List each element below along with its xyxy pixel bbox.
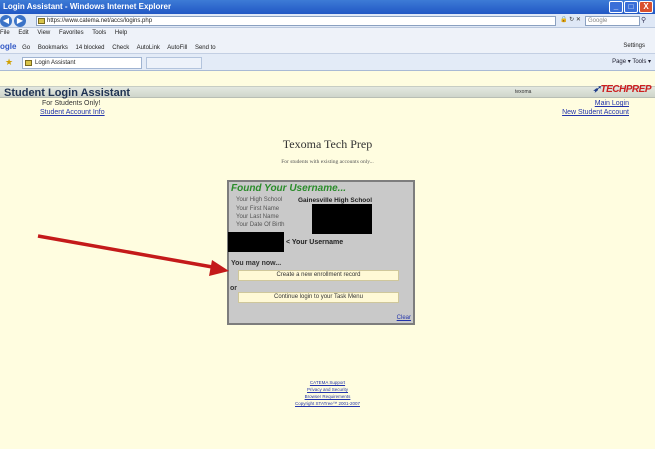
username-found-panel: Found Your Username... Your High School … (227, 180, 415, 325)
found-heading: Found Your Username... (231, 183, 347, 194)
menu-bar: File Edit View Favorites Tools Help (0, 28, 655, 39)
tab-login-assistant[interactable]: Login Assistant (22, 57, 142, 69)
menu-favorites[interactable]: Favorites (59, 30, 84, 36)
last-name-label: Your Last Name (236, 214, 279, 220)
favorites-star-icon[interactable]: ★ (5, 57, 13, 68)
logo-text-tech: TECH (600, 84, 627, 95)
title-bar: Login Assistant - Windows Internet Explo… (0, 0, 655, 14)
toolbar-send-to[interactable]: Send to (195, 45, 216, 51)
create-enrollment-button[interactable]: Create a new enrollment record (238, 270, 399, 281)
main-login-link[interactable]: Main Login (595, 100, 629, 107)
dob-label: Your Date Of Birth (236, 222, 285, 228)
redacted-username-block (228, 232, 284, 252)
logo-text-prep: PREP (625, 84, 652, 95)
toolbar-autofill[interactable]: AutoFill (167, 45, 187, 51)
browser-window: Login Assistant - Windows Internet Explo… (0, 0, 655, 449)
footer-copyright: Copyright STATree™ 2001-2007 (295, 401, 360, 406)
close-button[interactable]: X (639, 1, 653, 13)
high-school-value: Gainesville High School (298, 197, 373, 204)
page-title: Student Login Assistant (4, 87, 131, 99)
toolbar-bookmarks[interactable]: Bookmarks (38, 45, 68, 51)
first-name-label: Your First Name (236, 206, 280, 212)
url-text: https://www.catema.net/accs/logins.php (47, 18, 153, 24)
tab-label: Login Assistant (35, 60, 76, 66)
new-student-account-link[interactable]: New Student Account (562, 109, 629, 116)
your-username-note: < Your Username (286, 239, 344, 246)
window-controls: _ □ X (609, 1, 653, 13)
lock-refresh-stop-icons[interactable]: 🔒 ↻ ✕ (560, 16, 581, 23)
maximize-button[interactable]: □ (624, 1, 638, 13)
page-icon (38, 18, 45, 24)
toolbar-go[interactable]: Go (22, 45, 30, 51)
tab-page-icon (25, 60, 32, 66)
address-field[interactable]: https://www.catema.net/accs/logins.php (36, 16, 556, 26)
menu-view[interactable]: View (37, 30, 50, 36)
continue-login-button[interactable]: Continue login to your Task Menu (238, 292, 399, 303)
forward-button[interactable]: ▶ (14, 15, 26, 27)
menu-file[interactable]: File (0, 30, 10, 36)
page-header-bar: Student Login Assistant texoma ➶TECHPREP (0, 84, 655, 99)
techprep-logo: ➶TECHPREP (592, 84, 652, 95)
search-input[interactable]: Google (585, 16, 640, 26)
menu-help[interactable]: Help (115, 30, 127, 36)
tab-row: ★ Login Assistant Page ▾ Tools ▾ (0, 54, 655, 71)
you-may-now-label: You may now... (231, 260, 282, 267)
google-logo: ogle (0, 42, 17, 51)
high-school-label: Your High School (236, 197, 283, 203)
site-subnote: For students with existing accounts only… (281, 159, 374, 165)
header-user: texoma (515, 89, 532, 95)
site-title: Texoma Tech Prep (282, 137, 373, 151)
footer-browser-link[interactable]: Browser Requirements (0, 394, 655, 399)
new-tab-button[interactable] (146, 57, 202, 69)
toolbar-autolink[interactable]: AutoLink (137, 45, 160, 51)
or-label: or (230, 285, 237, 292)
back-button[interactable]: ◀ (0, 15, 12, 27)
footer-support-link[interactable]: CATEMA Support (0, 380, 655, 385)
minimize-button[interactable]: _ (609, 1, 623, 13)
for-students-note: For Students Only! (42, 100, 101, 107)
address-bar-row: ◀ ▶ https://www.catema.net/accs/logins.p… (0, 14, 655, 28)
command-bar[interactable]: Page ▾ Tools ▾ (612, 57, 651, 68)
clear-link[interactable]: Clear (397, 315, 411, 321)
toolbar-check[interactable]: Check (112, 45, 129, 51)
google-toolbar: ogle Go Bookmarks 14 blocked Check AutoL… (0, 39, 655, 54)
menu-edit[interactable]: Edit (18, 30, 28, 36)
footer-privacy-link[interactable]: Privacy and Security (0, 387, 655, 392)
toolbar-popups-blocked[interactable]: 14 blocked (76, 45, 105, 51)
search-icon[interactable]: ⚲ (641, 16, 646, 24)
student-account-info-link[interactable]: Student Account Info (40, 109, 105, 116)
page-content: Student Login Assistant texoma ➶TECHPREP… (0, 71, 655, 449)
window-title: Login Assistant - Windows Internet Explo… (3, 2, 172, 11)
menu-tools[interactable]: Tools (92, 30, 106, 36)
toolbar-settings[interactable]: Settings (623, 39, 645, 54)
redacted-name-block (312, 204, 372, 234)
